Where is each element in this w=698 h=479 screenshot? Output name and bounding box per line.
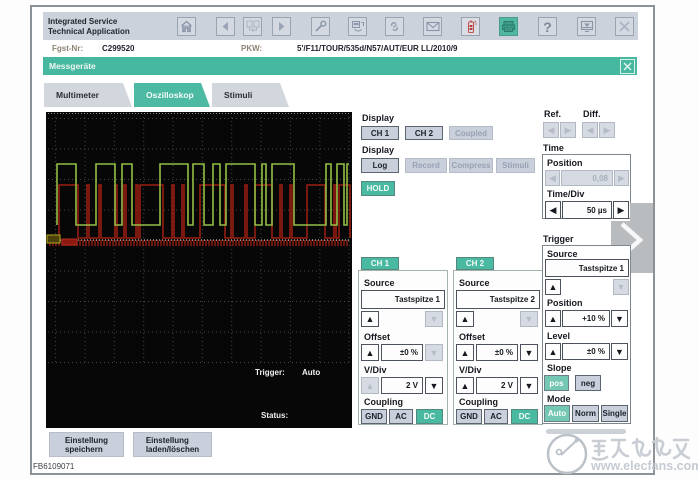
svg-text:www.elecfans.com: www.elecfans.com (590, 459, 698, 473)
